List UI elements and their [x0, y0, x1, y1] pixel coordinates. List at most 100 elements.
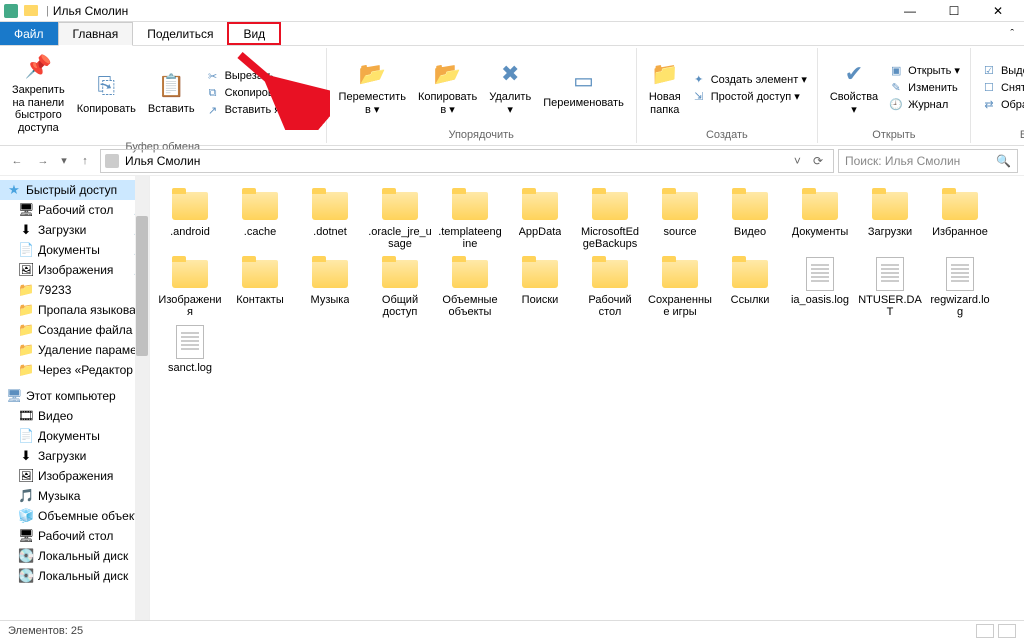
- delete-button[interactable]: ✖Удалить ▾: [483, 55, 537, 120]
- forward-button[interactable]: →: [32, 150, 54, 172]
- paste-button[interactable]: 📋Вставить: [142, 67, 201, 120]
- edit-button[interactable]: ✎Изменить: [884, 79, 964, 96]
- file-item[interactable]: Общий доступ: [366, 254, 434, 320]
- new-item-button[interactable]: ✦Создать элемент ▾: [687, 71, 811, 88]
- file-item[interactable]: MicrosoftEdgeBackups: [576, 186, 644, 252]
- file-item[interactable]: AppData: [506, 186, 574, 252]
- sidebar-item[interactable]: 🖼Изображения: [0, 466, 149, 486]
- address-bar[interactable]: Илья Смолин ˅ ⟳: [100, 149, 834, 173]
- sidebar-item[interactable]: 🎞Видео: [0, 406, 149, 426]
- sidebar-this-pc[interactable]: 🖥Этот компьютер: [0, 386, 149, 406]
- file-item[interactable]: Поиски: [506, 254, 574, 320]
- folder-icon: [869, 188, 911, 224]
- file-item[interactable]: regwizard.log: [926, 254, 994, 320]
- file-item[interactable]: .dotnet: [296, 186, 364, 252]
- sidebar-item[interactable]: 📁Удаление параметра: [0, 340, 149, 360]
- address-dropdown[interactable]: ˅: [788, 154, 807, 168]
- file-item[interactable]: NTUSER.DAT: [856, 254, 924, 320]
- file-name: MicrosoftEdgeBackups: [578, 226, 642, 250]
- ribbon-collapse-button[interactable]: ˆ: [1000, 22, 1024, 45]
- file-item[interactable]: Загрузки: [856, 186, 924, 252]
- file-item[interactable]: .oracle_jre_usage: [366, 186, 434, 252]
- file-name: .templateengine: [438, 226, 502, 250]
- sidebar-item-icon: 📁: [18, 322, 34, 338]
- sidebar-scrollbar[interactable]: [135, 176, 149, 620]
- sidebar-item[interactable]: ⬇Загрузки: [0, 446, 149, 466]
- sidebar-item[interactable]: 📄Документы: [0, 426, 149, 446]
- sidebar-item[interactable]: 📁Пропала языковая: [0, 300, 149, 320]
- sidebar-item[interactable]: 📁Через «Редактор: [0, 360, 149, 380]
- sidebar-quick-access[interactable]: ★Быстрый доступ: [0, 180, 149, 200]
- paste-shortcut-button[interactable]: ↗Вставить ярлык: [201, 102, 320, 119]
- sidebar-item[interactable]: 🖥Рабочий стол: [0, 526, 149, 546]
- sidebar-item[interactable]: 📁Создание файла: [0, 320, 149, 340]
- tab-view[interactable]: Вид: [227, 22, 281, 45]
- search-input[interactable]: Поиск: Илья Смолин 🔍: [838, 149, 1018, 173]
- sidebar-item[interactable]: 📁79233: [0, 280, 149, 300]
- tab-share[interactable]: Поделиться: [133, 22, 227, 45]
- rename-button[interactable]: ▭Переименовать: [537, 61, 630, 114]
- refresh-button[interactable]: ⟳: [807, 154, 829, 168]
- recent-dropdown[interactable]: ▾: [58, 150, 70, 172]
- properties-button[interactable]: ✔Свойства ▾: [824, 55, 884, 120]
- new-folder-button[interactable]: 📁Новая папка: [643, 55, 687, 120]
- sidebar-item[interactable]: 🖼Изображения📌: [0, 260, 149, 280]
- moveto-icon: 📂: [357, 59, 387, 89]
- icons-view-button[interactable]: [998, 624, 1016, 638]
- sidebar-item[interactable]: 🖥Рабочий стол📌: [0, 200, 149, 220]
- sidebar-item[interactable]: 📄Документы📌: [0, 240, 149, 260]
- sidebar-item[interactable]: 💽Локальный диск: [0, 566, 149, 586]
- paste-icon: 📋: [156, 71, 186, 101]
- file-name: Музыка: [311, 294, 350, 306]
- details-view-button[interactable]: [976, 624, 994, 638]
- file-item[interactable]: .templateengine: [436, 186, 504, 252]
- tab-file[interactable]: Файл: [0, 22, 58, 45]
- sidebar-item[interactable]: 🎵Музыка: [0, 486, 149, 506]
- easy-access-button[interactable]: ⇲Простой доступ ▾: [687, 88, 811, 105]
- open-item-button[interactable]: ▣Открыть ▾: [884, 62, 964, 79]
- file-item[interactable]: sanct.log: [156, 322, 224, 376]
- history-button[interactable]: 🕘Журнал: [884, 96, 964, 113]
- copy-path-button[interactable]: ⧉Скопировать путь: [201, 85, 320, 102]
- file-item[interactable]: Музыка: [296, 254, 364, 320]
- file-item[interactable]: Изображения: [156, 254, 224, 320]
- file-name: Рабочий стол: [578, 294, 642, 318]
- pin-quickaccess-button[interactable]: 📌Закрепить на панели быстрого доступа: [6, 48, 71, 139]
- close-button[interactable]: ✕: [976, 0, 1020, 22]
- folder-icon: [799, 188, 841, 224]
- file-item[interactable]: Избранное: [926, 186, 994, 252]
- file-item[interactable]: Видео: [716, 186, 784, 252]
- file-name: Документы: [792, 226, 849, 238]
- properties-icon: ✔: [839, 59, 869, 89]
- file-item[interactable]: ia_oasis.log: [786, 254, 854, 320]
- file-item[interactable]: Сохраненные игры: [646, 254, 714, 320]
- folder-icon: [659, 256, 701, 292]
- select-all-button[interactable]: ☑Выделить все: [977, 62, 1024, 79]
- edit-icon: ✎: [888, 81, 904, 94]
- scissors-icon: ✂: [205, 70, 221, 83]
- file-pane[interactable]: .android.cache.dotnet.oracle_jre_usage.t…: [150, 176, 1024, 620]
- file-item[interactable]: .android: [156, 186, 224, 252]
- sidebar-item[interactable]: 🧊Объемные объекты: [0, 506, 149, 526]
- invert-selection-button[interactable]: ⇄Обратить выделение: [977, 96, 1024, 113]
- move-to-button[interactable]: 📂Переместить в ▾: [333, 55, 412, 120]
- back-button[interactable]: ←: [6, 150, 28, 172]
- file-item[interactable]: Документы: [786, 186, 854, 252]
- cut-button[interactable]: ✂Вырезать: [201, 68, 320, 85]
- sidebar: ★Быстрый доступ 🖥Рабочий стол📌⬇Загрузки📌…: [0, 176, 150, 620]
- file-item[interactable]: Рабочий стол: [576, 254, 644, 320]
- file-item[interactable]: source: [646, 186, 714, 252]
- minimize-button[interactable]: —: [888, 0, 932, 22]
- up-button[interactable]: ↑: [74, 150, 96, 172]
- file-item[interactable]: .cache: [226, 186, 294, 252]
- copy-button[interactable]: ⎘Копировать: [71, 67, 142, 120]
- select-none-button[interactable]: ☐Снять выделение: [977, 79, 1024, 96]
- maximize-button[interactable]: ☐: [932, 0, 976, 22]
- tab-home[interactable]: Главная: [58, 22, 134, 46]
- file-item[interactable]: Ссылки: [716, 254, 784, 320]
- copy-to-button[interactable]: 📂Копировать в ▾: [412, 55, 483, 120]
- file-item[interactable]: Контакты: [226, 254, 294, 320]
- sidebar-item[interactable]: ⬇Загрузки📌: [0, 220, 149, 240]
- sidebar-item[interactable]: 💽Локальный диск: [0, 546, 149, 566]
- file-item[interactable]: Объемные объекты: [436, 254, 504, 320]
